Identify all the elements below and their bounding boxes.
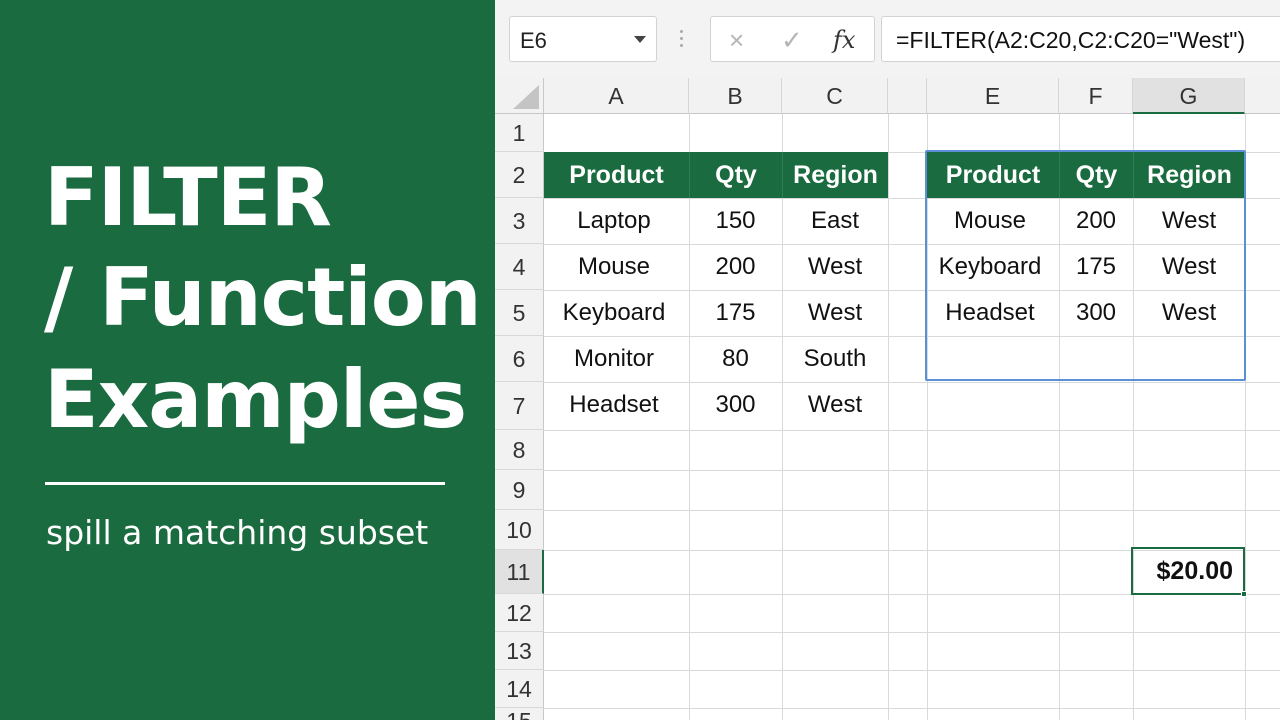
formula-bar: E6 × ✓ fx =FILTER(A2:C20,C2:C20="West") bbox=[495, 0, 1280, 78]
column-header-c[interactable]: C bbox=[782, 78, 888, 114]
column-header-d[interactable] bbox=[888, 78, 927, 114]
gridline bbox=[544, 510, 1280, 511]
column-header-b[interactable]: B bbox=[689, 78, 782, 114]
enter-icon[interactable]: ✓ bbox=[781, 25, 803, 56]
source-cell[interactable]: 80 bbox=[689, 336, 782, 382]
row-header-4[interactable]: 4 bbox=[495, 244, 544, 290]
title-banner: FILTER / Function / Examples spill a mat… bbox=[0, 0, 537, 720]
row-header-6[interactable]: 6 bbox=[495, 336, 544, 382]
gridline bbox=[544, 632, 1280, 633]
select-all-icon bbox=[513, 85, 539, 109]
column-header-g[interactable]: G bbox=[1133, 78, 1245, 114]
source-cell[interactable]: West bbox=[782, 290, 888, 336]
row-header-15[interactable]: 15 bbox=[495, 708, 544, 720]
source-cell[interactable]: 300 bbox=[689, 382, 782, 428]
cancel-icon[interactable]: × bbox=[729, 25, 744, 56]
row-header-5[interactable]: 5 bbox=[495, 290, 544, 336]
source-cell[interactable]: Headset bbox=[544, 382, 684, 428]
row-header-11[interactable]: 11 bbox=[495, 550, 544, 594]
source-cell[interactable]: 175 bbox=[689, 290, 782, 336]
gridline bbox=[544, 470, 1280, 471]
selected-cell[interactable]: $20.00 bbox=[1131, 547, 1247, 597]
source-header-product[interactable]: Product bbox=[544, 152, 689, 198]
source-cell[interactable]: Laptop bbox=[544, 198, 684, 244]
source-cell[interactable]: East bbox=[782, 198, 888, 244]
source-cell[interactable]: 150 bbox=[689, 198, 782, 244]
banner-title-line-3: Examples bbox=[44, 353, 467, 446]
column-header-h[interactable] bbox=[1245, 78, 1280, 114]
selected-cell-value: $20.00 bbox=[1156, 557, 1233, 585]
column-header-a[interactable]: A bbox=[544, 78, 689, 114]
source-cell[interactable]: Monitor bbox=[544, 336, 684, 382]
row-header-8[interactable]: 8 bbox=[495, 430, 544, 470]
name-box-value: E6 bbox=[520, 28, 547, 53]
source-cell[interactable]: West bbox=[782, 382, 888, 428]
formula-buttons: × ✓ fx bbox=[710, 16, 875, 62]
column-header-f[interactable]: F bbox=[1059, 78, 1133, 114]
banner-subtitle: spill a matching subset bbox=[46, 513, 429, 552]
chevron-down-icon[interactable] bbox=[634, 36, 646, 43]
source-cell[interactable]: 200 bbox=[689, 244, 782, 290]
select-all-corner[interactable] bbox=[495, 78, 544, 114]
row-header-13[interactable]: 13 bbox=[495, 632, 544, 670]
gridline bbox=[888, 114, 889, 720]
source-cell[interactable]: Mouse bbox=[544, 244, 684, 290]
row-header-14[interactable]: 14 bbox=[495, 670, 544, 708]
name-box[interactable]: E6 bbox=[509, 16, 657, 62]
gridline bbox=[544, 430, 1280, 431]
row-header-12[interactable]: 12 bbox=[495, 594, 544, 632]
banner-title-line-2: / Function / bbox=[44, 251, 537, 344]
source-header-qty[interactable]: Qty bbox=[689, 152, 782, 198]
banner-divider bbox=[45, 482, 445, 485]
fill-handle[interactable] bbox=[1241, 591, 1247, 597]
spill-range-border bbox=[925, 150, 1246, 381]
row-header-7[interactable]: 7 bbox=[495, 382, 544, 430]
row-header-3[interactable]: 3 bbox=[495, 198, 544, 244]
row-header-2[interactable]: 2 bbox=[495, 152, 544, 198]
spreadsheet-grid[interactable]: A B C E F G 1 2 3 4 5 6 7 8 9 10 11 12 1… bbox=[495, 78, 1280, 720]
gridline bbox=[544, 708, 1280, 709]
banner-title-line-1: FILTER bbox=[44, 151, 332, 244]
source-cell[interactable]: Keyboard bbox=[544, 290, 684, 336]
source-cell[interactable]: South bbox=[782, 336, 888, 382]
row-header-9[interactable]: 9 bbox=[495, 470, 544, 510]
row-header-1[interactable]: 1 bbox=[495, 114, 544, 152]
column-header-e[interactable]: E bbox=[927, 78, 1059, 114]
formula-bar-grip-icon bbox=[680, 30, 684, 48]
source-header-region[interactable]: Region bbox=[782, 152, 888, 198]
source-cell[interactable]: West bbox=[782, 244, 888, 290]
insert-function-icon[interactable]: fx bbox=[833, 26, 855, 54]
gridline bbox=[544, 670, 1280, 671]
formula-input[interactable]: =FILTER(A2:C20,C2:C20="West") bbox=[881, 16, 1280, 62]
row-header-10[interactable]: 10 bbox=[495, 510, 544, 550]
formula-text: =FILTER(A2:C20,C2:C20="West") bbox=[896, 27, 1246, 53]
